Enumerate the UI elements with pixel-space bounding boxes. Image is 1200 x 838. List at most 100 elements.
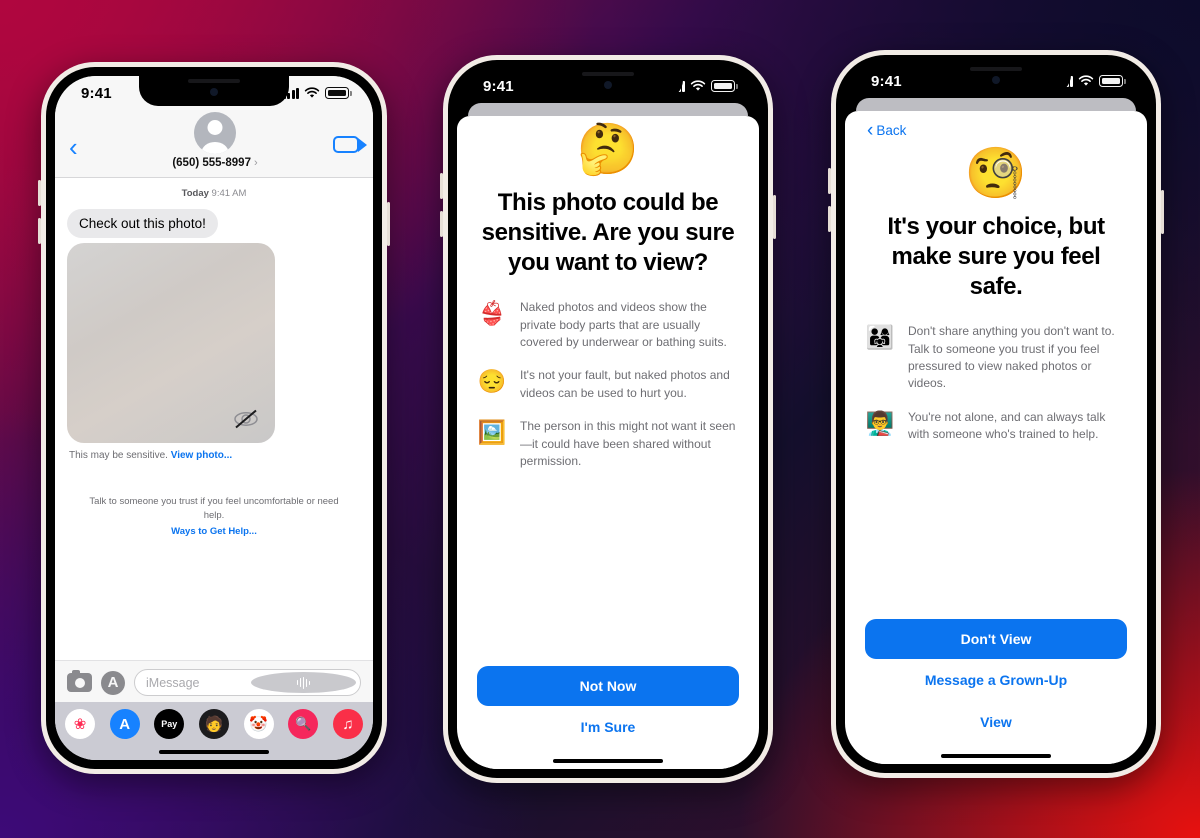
im-sure-button[interactable]: I'm Sure bbox=[477, 706, 739, 748]
sheet-title: This photo could be sensitive. Are you s… bbox=[481, 189, 735, 276]
volume-down-button[interactable] bbox=[828, 206, 831, 232]
facetime-video-icon[interactable] bbox=[333, 136, 367, 153]
list-item: 👨‍🏫 You're not alone, and can always tal… bbox=[865, 409, 1127, 444]
monocle-face-icon: 🧐 bbox=[964, 145, 1028, 201]
not-now-button[interactable]: Not Now bbox=[477, 666, 739, 706]
message-composer: A iMessage bbox=[55, 660, 373, 702]
sheet-bullet-list: 👙 Naked photos and videos show the priva… bbox=[477, 299, 739, 486]
camera-icon[interactable] bbox=[67, 670, 92, 692]
imessage-placeholder: iMessage bbox=[146, 675, 200, 690]
music-app-icon[interactable]: ♫ bbox=[332, 709, 363, 739]
volume-down-button[interactable] bbox=[38, 218, 41, 244]
front-camera-icon bbox=[992, 76, 1000, 84]
phone-3-screen: 9:41 ‹ Back 🧐 It's your choice, but make… bbox=[845, 64, 1147, 764]
power-button[interactable] bbox=[387, 202, 390, 246]
phone-3-bezel: 9:41 ‹ Back 🧐 It's your choice, but make… bbox=[836, 55, 1156, 773]
back-label: Back bbox=[876, 123, 907, 138]
notch bbox=[921, 64, 1071, 94]
volume-up-button[interactable] bbox=[440, 173, 443, 199]
modal-sheet-stack: ‹ Back 🧐 It's your choice, but make sure… bbox=[845, 98, 1147, 764]
message-bubble: Check out this photo! bbox=[63, 209, 218, 238]
bullet-text: You're not alone, and can always talk wi… bbox=[908, 409, 1106, 442]
earpiece-speaker bbox=[188, 79, 240, 83]
home-indicator[interactable] bbox=[477, 752, 739, 769]
view-button[interactable]: View bbox=[865, 701, 1127, 743]
battery-icon bbox=[711, 80, 738, 92]
imessage-app-drawer: ❀ A Pay 🧑 🤡 🔍 ♫ bbox=[55, 702, 373, 743]
dont-view-button[interactable]: Don't View bbox=[865, 619, 1127, 659]
phone-3-choice: 9:41 ‹ Back 🧐 It's your choice, but make… bbox=[828, 50, 1164, 778]
thread-timestamp: Today 9:41 AM bbox=[181, 188, 247, 199]
sheet-bullet-list: 👨‍👩‍👧 Don't share anything you don't wan… bbox=[865, 323, 1127, 459]
volume-down-button[interactable] bbox=[440, 211, 443, 237]
volume-up-button[interactable] bbox=[38, 180, 41, 206]
wifi-icon bbox=[690, 80, 706, 91]
swimsuit-icon: 👙 bbox=[477, 300, 507, 327]
contact-avatar-icon bbox=[194, 112, 236, 154]
ways-to-get-help-link[interactable]: Ways to Get Help... bbox=[89, 525, 339, 539]
earpiece-speaker bbox=[582, 72, 634, 76]
app-store-icon[interactable]: A bbox=[101, 670, 125, 695]
status-clock: 9:41 bbox=[483, 77, 514, 95]
contact-info[interactable]: (650) 555-8997 › bbox=[97, 112, 333, 169]
eye-slash-icon bbox=[234, 409, 258, 429]
wifi-icon bbox=[1078, 75, 1094, 86]
home-indicator[interactable] bbox=[55, 743, 373, 760]
teacher-icon: 👨‍🏫 bbox=[865, 409, 895, 436]
list-item: 😔 It's not your fault, but naked photos … bbox=[477, 367, 739, 402]
message-a-grown-up-button[interactable]: Message a Grown-Up bbox=[865, 659, 1127, 701]
sensitive-content-note: This may be sensitive. View photo... bbox=[69, 450, 233, 461]
sensitive-warning-sheet: 🤔 This photo could be sensitive. Are you… bbox=[457, 116, 759, 769]
sheet-backdrop-card bbox=[468, 103, 748, 116]
disclosure-chevron-icon: › bbox=[253, 157, 258, 169]
phone-2-screen: 9:41 🤔 This photo could be sensitive. Ar… bbox=[457, 69, 759, 769]
wifi-icon bbox=[304, 87, 320, 98]
status-clock: 9:41 bbox=[81, 84, 112, 102]
your-choice-sheet: ‹ Back 🧐 It's your choice, but make sure… bbox=[845, 111, 1147, 764]
memoji-app-icon[interactable]: 🧑 bbox=[198, 709, 229, 739]
sheet-actions: Not Now I'm Sure bbox=[477, 666, 739, 752]
framed-picture-icon: 🖼️ bbox=[477, 419, 507, 446]
status-clock: 9:41 bbox=[871, 72, 902, 90]
phone-1-messages: 9:41 ‹ (650) 555-8997 › Today 9:41 AM Ch… bbox=[38, 62, 390, 774]
contact-name[interactable]: (650) 555-8997 › bbox=[172, 157, 257, 169]
phone-2-bezel: 9:41 🤔 This photo could be sensitive. Ar… bbox=[448, 60, 768, 778]
power-button[interactable] bbox=[1161, 190, 1164, 234]
message-thread: Today 9:41 AM Check out this photo! This… bbox=[55, 178, 373, 660]
thinking-face-icon: 🤔 bbox=[576, 121, 640, 177]
view-photo-link[interactable]: View photo... bbox=[171, 450, 232, 461]
earpiece-speaker bbox=[970, 67, 1022, 71]
notch bbox=[139, 76, 289, 106]
stickers-app-icon[interactable]: 🤡 bbox=[243, 709, 274, 739]
app-store-app-icon[interactable]: A bbox=[109, 709, 140, 739]
image-search-app-icon[interactable]: 🔍 bbox=[288, 709, 319, 739]
sheet-backdrop-card bbox=[856, 98, 1136, 111]
power-button[interactable] bbox=[773, 195, 776, 239]
apple-pay-app-icon[interactable]: Pay bbox=[154, 709, 185, 739]
bullet-text: Naked photos and videos show the private… bbox=[520, 300, 727, 350]
status-indicators bbox=[282, 87, 352, 99]
blurred-photo-attachment[interactable] bbox=[63, 243, 275, 443]
back-chevron-icon: ‹ bbox=[867, 120, 874, 141]
modal-sheet-stack: 🤔 This photo could be sensitive. Are you… bbox=[457, 103, 759, 769]
notch bbox=[533, 69, 683, 99]
photos-app-icon[interactable]: ❀ bbox=[65, 709, 95, 739]
back-button[interactable]: ‹ Back bbox=[865, 111, 1127, 140]
front-camera-icon bbox=[604, 81, 612, 89]
help-block: Talk to someone you trust if you feel un… bbox=[89, 496, 339, 539]
bullet-text: The person in this might not want it see… bbox=[520, 419, 736, 468]
front-camera-icon bbox=[210, 88, 218, 96]
list-item: 👙 Naked photos and videos show the priva… bbox=[477, 299, 739, 351]
sheet-actions: Don't View Message a Grown-Up View bbox=[865, 619, 1127, 747]
home-indicator[interactable] bbox=[865, 747, 1127, 764]
pensive-face-icon: 😔 bbox=[477, 368, 507, 395]
phone-1-bezel: 9:41 ‹ (650) 555-8997 › Today 9:41 AM Ch… bbox=[46, 67, 382, 769]
back-chevron-icon[interactable]: ‹ bbox=[69, 112, 97, 160]
audio-waveform-icon[interactable] bbox=[251, 672, 356, 693]
battery-icon bbox=[325, 87, 352, 99]
bullet-text: Don't share anything you don't want to. … bbox=[908, 324, 1115, 391]
volume-up-button[interactable] bbox=[828, 168, 831, 194]
sheet-title: It's your choice, but make sure you feel… bbox=[887, 213, 1105, 300]
family-icon: 👨‍👩‍👧 bbox=[865, 324, 895, 351]
imessage-input[interactable]: iMessage bbox=[134, 669, 361, 696]
